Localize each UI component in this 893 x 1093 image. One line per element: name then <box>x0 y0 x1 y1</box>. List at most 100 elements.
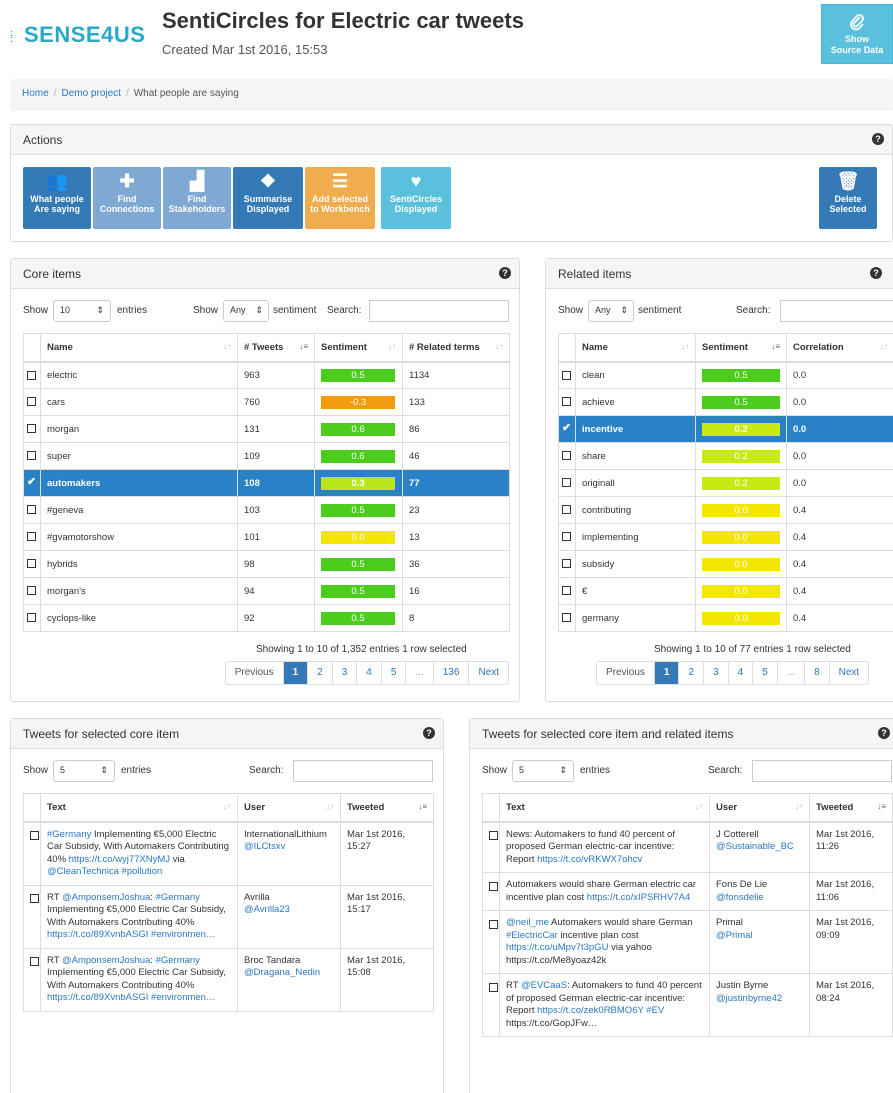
table-row[interactable]: super 109 0.6 46 <box>23 442 510 470</box>
row-checkbox[interactable] <box>30 894 39 904</box>
sentiment-filter-select[interactable]: Any ⇕ <box>223 300 269 322</box>
tweet-link[interactable]: https://t.co/wyj77XNyMJ <box>69 854 170 865</box>
tweet-link[interactable]: https://t.co/vRKWX7ohcv <box>537 854 642 865</box>
table-row[interactable]: cyclops-like 92 0.5 8 <box>23 604 510 632</box>
row-checkbox[interactable] <box>562 532 571 542</box>
table-row[interactable]: share 0.2 0.0 <box>558 442 893 470</box>
tweet-link[interactable]: https://t.co/xIPSRHV7A4 <box>587 892 691 903</box>
action-button-find[interactable]: ▟ Find Stakeholders <box>163 167 231 229</box>
tweet-row[interactable]: #Germany Implementing €5,000 Electric Ca… <box>23 821 434 886</box>
table-row[interactable]: ✔ incentive 0.2 0.0 <box>558 415 893 443</box>
row-checkbox[interactable] <box>489 831 498 841</box>
page-button[interactable]: 1 <box>654 662 680 684</box>
table-row[interactable]: clean 0.5 0.0 <box>558 361 893 389</box>
user-handle-link[interactable]: @Avrilla23 <box>244 904 334 917</box>
next-page-button[interactable]: Next <box>469 662 508 684</box>
page-button[interactable]: 8 <box>805 662 830 684</box>
tweet-link[interactable]: https://t.co/zek0RBMO6Y <box>537 1005 643 1016</box>
previous-page-button[interactable]: Previous <box>597 662 655 684</box>
help-icon[interactable]: ? <box>878 727 890 739</box>
action-button-senticircles[interactable]: ♥ SentiCircles Displayed <box>381 167 451 229</box>
tweet-link[interactable]: #EV <box>646 1005 664 1016</box>
page-button[interactable]: 4 <box>729 662 754 684</box>
column-header-tweets[interactable]: # Tweets ↓≡ <box>237 333 315 363</box>
row-checkbox[interactable] <box>30 957 39 967</box>
table-row[interactable]: implementing 0.0 0.4 <box>558 523 893 551</box>
table-row[interactable]: contributing 0.0 0.4 <box>558 496 893 524</box>
checked-checkbox[interactable]: ✔ <box>27 477 36 488</box>
action-button-find[interactable]: ✚ Find Connections <box>93 167 161 229</box>
column-header-tweeted[interactable]: Tweeted ↓≡ <box>809 793 893 823</box>
tweets-entries-select[interactable]: 5 ⇕ <box>53 760 115 782</box>
page-button[interactable]: 2 <box>679 662 705 684</box>
action-button-summarise[interactable]: ❖ Summarise Displayed <box>233 167 303 229</box>
tweet-link[interactable]: #Germany <box>156 955 200 966</box>
help-icon[interactable]: ? <box>423 727 435 739</box>
row-checkbox[interactable] <box>489 881 498 891</box>
page-button[interactable]: 5 <box>382 662 407 684</box>
tweet-link[interactable]: @AmponsemJoshua <box>62 892 150 903</box>
table-row[interactable]: germany 0.0 0.4 <box>558 604 893 632</box>
row-checkbox[interactable] <box>562 370 571 380</box>
table-row[interactable]: morgan 131 0.6 86 <box>23 415 510 443</box>
table-row[interactable]: ✔ automakers 108 0.3 77 <box>23 469 510 497</box>
related-search-input[interactable] <box>780 300 893 322</box>
tweet-link[interactable]: @EVCaaS <box>521 980 567 991</box>
tweet-link[interactable]: https://t.co/89XvnbASGI <box>47 992 148 1003</box>
row-checkbox[interactable] <box>27 424 36 434</box>
tweet-link[interactable]: #Germany <box>156 892 200 903</box>
user-handle-link[interactable]: @Primal <box>716 930 803 943</box>
page-button[interactable]: 4 <box>357 662 382 684</box>
help-icon[interactable]: ? <box>870 267 882 279</box>
row-checkbox[interactable] <box>562 478 571 488</box>
user-handle-link[interactable]: @fonsdelie <box>716 892 803 905</box>
row-checkbox[interactable] <box>30 831 39 841</box>
row-checkbox[interactable] <box>27 532 36 542</box>
page-button[interactable]: 5 <box>753 662 778 684</box>
tweet-row[interactable]: RT @AmponsemJoshua: #Germany Implementin… <box>23 884 434 949</box>
row-checkbox[interactable] <box>27 613 36 623</box>
row-checkbox[interactable] <box>562 451 571 461</box>
next-page-button[interactable]: Next <box>830 662 869 684</box>
column-header-tweeted[interactable]: Tweeted ↓≡ <box>340 793 434 823</box>
column-header-name[interactable]: Name ↓↑ <box>40 333 238 363</box>
tweet-link[interactable]: @AmponsemJoshua <box>62 955 150 966</box>
tweet-row[interactable]: RT @AmponsemJoshua: #Germany Implementin… <box>23 947 434 1012</box>
table-row[interactable]: originall 0.2 0.0 <box>558 469 893 497</box>
help-icon[interactable]: ? <box>499 267 511 279</box>
row-checkbox[interactable] <box>489 919 498 929</box>
row-checkbox[interactable] <box>27 397 36 407</box>
user-handle-link[interactable]: @justinbyrne42 <box>716 993 803 1006</box>
breadcrumb-demo-project[interactable]: Demo project <box>61 88 120 99</box>
row-checkbox[interactable] <box>562 559 571 569</box>
tweet-link[interactable]: https://t.co/89XvnbASGI <box>47 929 148 940</box>
page-button[interactable]: 3 <box>704 662 729 684</box>
page-button[interactable]: 1 <box>283 662 309 684</box>
table-row[interactable]: hybrids 98 0.5 36 <box>23 550 510 578</box>
row-checkbox[interactable] <box>27 370 36 380</box>
tweet-row[interactable]: News: Automakers to fund 40 percent of p… <box>482 821 893 873</box>
table-row[interactable]: achieve 0.5 0.0 <box>558 388 893 416</box>
row-checkbox[interactable] <box>27 586 36 596</box>
column-header-correlation[interactable]: Correlation ↓↑ <box>786 333 893 363</box>
row-checkbox[interactable] <box>562 397 571 407</box>
table-row[interactable]: electric 963 0.5 1134 <box>23 361 510 389</box>
table-row[interactable]: cars 760 -0.3 133 <box>23 388 510 416</box>
row-checkbox[interactable] <box>562 613 571 623</box>
previous-page-button[interactable]: Previous <box>226 662 284 684</box>
column-header-user[interactable]: User ↓↑ <box>709 793 810 823</box>
row-checkbox[interactable] <box>489 982 498 992</box>
tweets-core-search-input[interactable] <box>293 760 433 782</box>
tweets-related-entries-select[interactable]: 5 ⇕ <box>512 760 574 782</box>
tweets-related-search-input[interactable] <box>752 760 892 782</box>
checked-checkbox[interactable]: ✔ <box>562 423 571 434</box>
column-header-text[interactable]: Text ↓↑ <box>499 793 710 823</box>
tweet-link[interactable]: #pollution <box>122 866 163 877</box>
breadcrumb-home[interactable]: Home <box>22 88 49 99</box>
tweet-link[interactable]: #environmen… <box>151 992 215 1003</box>
column-header-sentiment[interactable]: Sentiment ↓↑ <box>314 333 403 363</box>
tweet-link[interactable]: #Germany <box>47 829 91 840</box>
table-row[interactable]: €0.0 0.4 <box>558 577 893 605</box>
row-checkbox[interactable] <box>562 505 571 515</box>
tweet-link[interactable]: @neil_me <box>506 917 549 928</box>
